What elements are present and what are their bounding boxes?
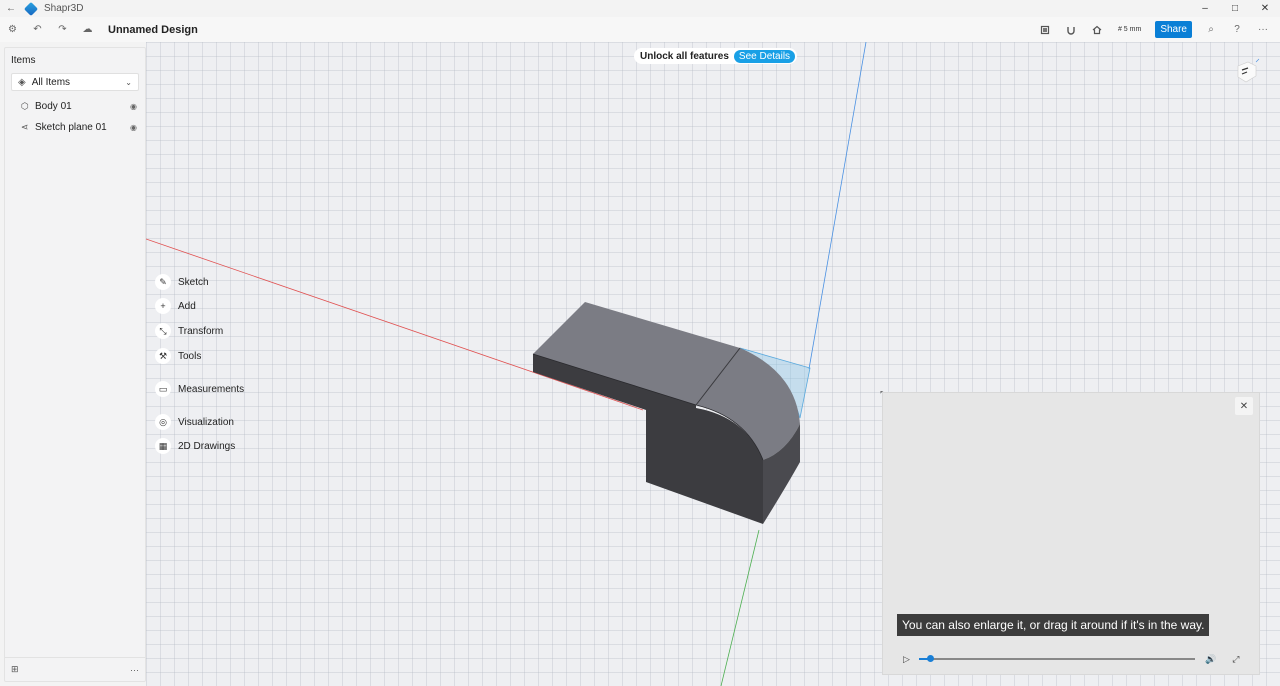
view-cube[interactable] [1234, 58, 1260, 86]
tool-add[interactable]: + Add [155, 296, 244, 316]
cloud-sync-icon[interactable]: ☁ [75, 17, 100, 42]
layers-icon: ◈ [18, 76, 26, 88]
document-title[interactable]: Unnamed Design [108, 24, 198, 36]
y-axis-line [720, 529, 760, 686]
toolbar: ⚙ ↶ ↷ ☁ Unnamed Design # 5 mm Share ⌕ ? … [0, 17, 1280, 42]
tool-transform[interactable]: ⤡ Transform [155, 321, 244, 341]
pencil-icon: ✎ [155, 274, 171, 290]
unlock-text: Unlock all features [640, 50, 729, 62]
tree-item-body[interactable]: ⬡ Body 01 ◉ [5, 96, 145, 116]
tool-label: Measurements [178, 383, 245, 395]
tree-item-label: Body 01 [35, 100, 72, 112]
grid-size-label[interactable]: # 5 mm [1112, 26, 1147, 33]
search-icon[interactable]: ⌕ [1200, 17, 1222, 42]
tool-label: Transform [178, 325, 224, 337]
share-button[interactable]: Share [1155, 21, 1192, 38]
sketch-plane-icon: ⋖ [21, 121, 29, 132]
see-details-button[interactable]: See Details [733, 49, 796, 63]
close-video-button[interactable]: ✕ [1235, 397, 1253, 415]
tool-sketch[interactable]: ✎ Sketch [155, 272, 244, 292]
video-controls: ▷ 🔊 ⤢ [883, 652, 1259, 666]
window-controls: – □ ✕ [1190, 0, 1280, 17]
tool-label: 2D Drawings [178, 440, 236, 452]
tutorial-video-player[interactable]: ✕ You can also enlarge it, or drag it ar… [882, 392, 1260, 675]
body-cube-icon: ⬡ [21, 100, 29, 111]
z-axis-line [808, 42, 867, 370]
tool-label: Visualization [178, 416, 234, 428]
plus-icon: + [155, 298, 171, 314]
home-view-icon[interactable] [1086, 17, 1108, 42]
toolbar-right-group: # 5 mm Share ⌕ ? ··· [1034, 17, 1274, 42]
unlock-banner: Unlock all features See Details [634, 48, 798, 64]
seek-bar[interactable] [919, 655, 1195, 662]
maximize-button[interactable]: □ [1220, 0, 1250, 17]
help-icon[interactable]: ? [1226, 17, 1248, 42]
visibility-eye-icon[interactable]: ◉ [130, 102, 137, 111]
import-icon[interactable]: ⊞ [11, 664, 19, 675]
tool-2d-drawings[interactable]: ▦ 2D Drawings [155, 436, 244, 456]
display-mode-icon[interactable] [1034, 17, 1056, 42]
undo-icon[interactable]: ↶ [25, 17, 50, 42]
app-logo-icon [23, 1, 39, 16]
tool-visualization[interactable]: ◎ Visualization [155, 412, 244, 432]
panel-title: Items [11, 55, 36, 66]
tool-label: Add [178, 300, 196, 312]
settings-icon[interactable]: ⚙ [0, 17, 25, 42]
chevron-down-icon: ⌄ [125, 77, 132, 87]
close-window-button[interactable]: ✕ [1250, 0, 1280, 17]
items-panel: Items ◈ All Items ⌄ ⬡ Body 01 ◉ ⋖ Sketch… [4, 47, 146, 682]
more-options-icon[interactable]: ··· [1252, 17, 1274, 42]
items-filter-dropdown[interactable]: ◈ All Items ⌄ [11, 73, 139, 91]
drawing-icon: ▦ [155, 438, 171, 454]
tree-item-sketch-plane[interactable]: ⋖ Sketch plane 01 ◉ [5, 117, 145, 137]
fullscreen-icon[interactable]: ⤢ [1232, 654, 1239, 665]
tool-measurements[interactable]: ▭ Measurements [155, 379, 244, 399]
redo-icon[interactable]: ↷ [50, 17, 75, 42]
title-bar: ← Shapr3D – □ ✕ [0, 0, 1280, 17]
seek-knob[interactable] [927, 655, 935, 662]
transform-icon: ⤡ [155, 323, 171, 339]
back-arrow-icon[interactable]: ← [0, 3, 22, 14]
tool-menu: ✎ Sketch + Add ⤡ Transform ⚒ Tools ▭ Mea… [155, 272, 244, 456]
tree-item-label: Sketch plane 01 [35, 121, 107, 133]
video-caption: You can also enlarge it, or drag it arou… [897, 614, 1210, 636]
filter-selected-label: All Items [31, 76, 71, 88]
play-icon[interactable]: ▷ [903, 654, 913, 665]
panel-footer: ⊞ ··· [5, 657, 145, 681]
snap-icon[interactable] [1060, 17, 1082, 42]
panel-more-button[interactable]: ··· [130, 665, 139, 675]
app-title: Shapr3D [44, 3, 84, 14]
tool-label: Sketch [178, 276, 209, 288]
volume-icon[interactable]: 🔊 [1205, 654, 1216, 665]
ruler-icon: ▭ [155, 381, 171, 397]
visualization-icon: ◎ [155, 414, 171, 430]
tool-label: Tools [178, 350, 202, 362]
hammer-icon: ⚒ [155, 348, 171, 364]
minimize-button[interactable]: – [1190, 0, 1220, 17]
visibility-eye-icon[interactable]: ◉ [130, 123, 137, 132]
tool-tools[interactable]: ⚒ Tools [155, 346, 244, 366]
